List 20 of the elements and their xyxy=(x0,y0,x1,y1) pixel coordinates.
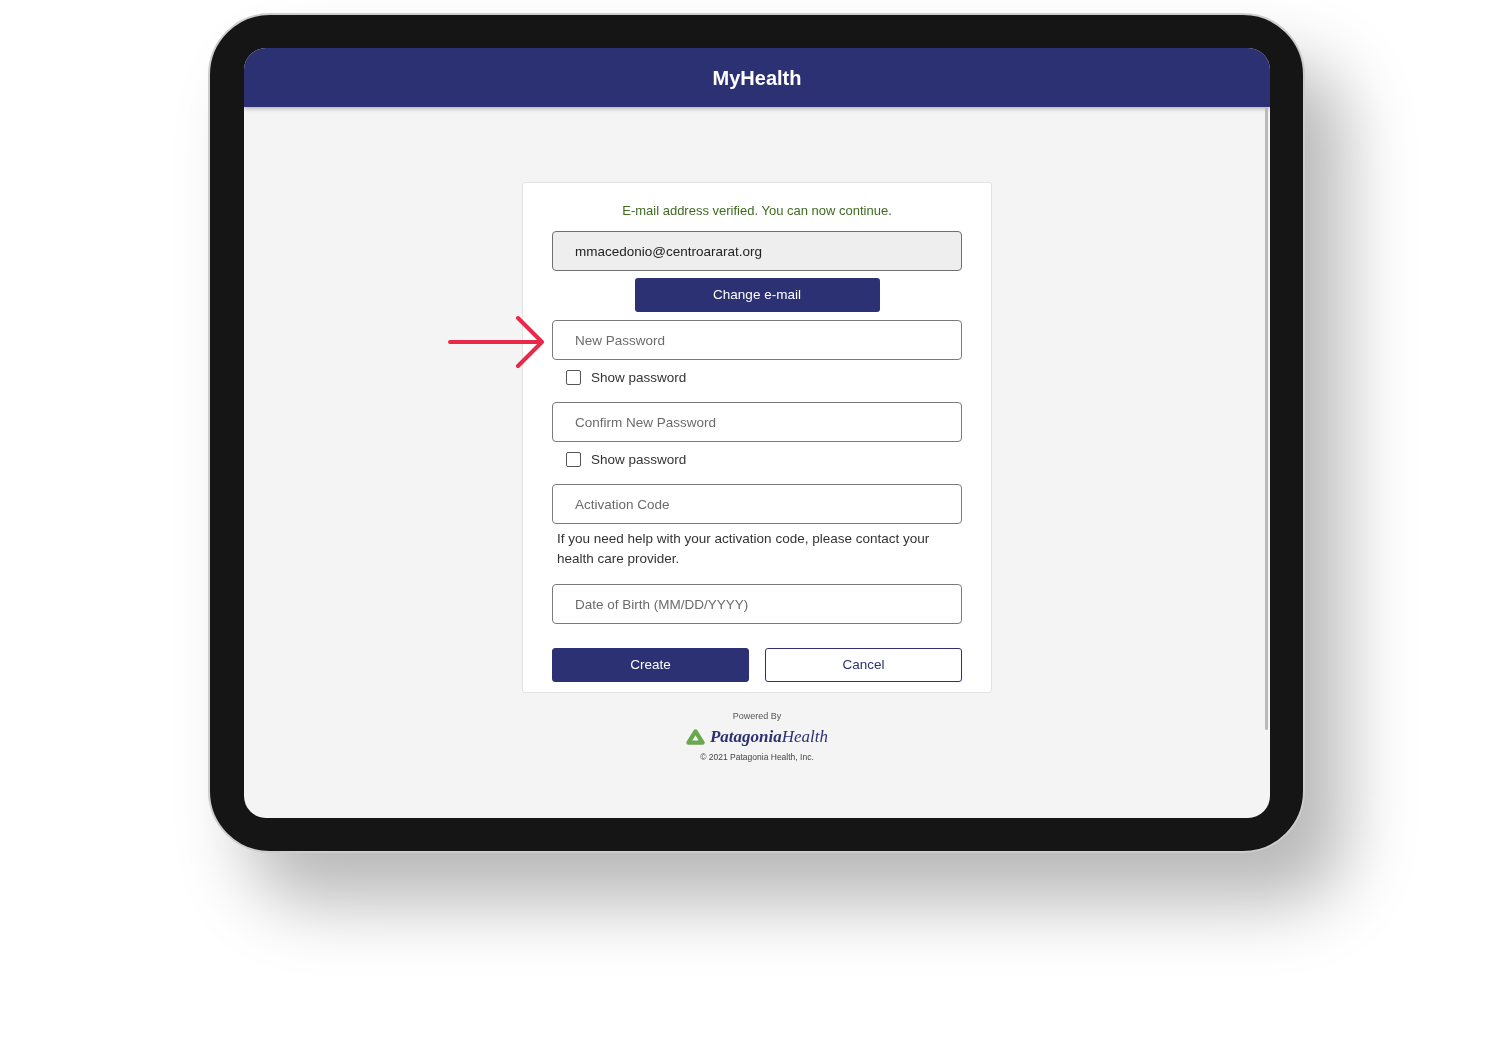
input-field[interactable]: Confirm New Password xyxy=(552,402,962,442)
powered-by-text: Powered By xyxy=(732,710,782,722)
help-text: If you need help with your activation code, please contact your health care provider. xyxy=(556,530,931,568)
checkbox[interactable] xyxy=(566,452,581,467)
input-field[interactable]: Date of Birth (MM/DD/YYYY) xyxy=(552,584,962,624)
status-message: E-mail address verified. You can now continue. xyxy=(621,202,893,220)
brand-name: PatagoniaHealth xyxy=(709,727,829,747)
checkbox[interactable] xyxy=(566,370,581,385)
scroll-bar[interactable] xyxy=(1265,107,1268,730)
right-arrow-icon xyxy=(448,315,546,369)
triangle-logo-icon xyxy=(685,729,705,745)
create-button[interactable]: Create xyxy=(552,648,749,682)
cancel-button[interactable]: Cancel xyxy=(765,648,962,682)
checkbox-label[interactable]: Show password xyxy=(591,450,687,469)
change-email-button[interactable]: Change e-mail xyxy=(634,278,880,312)
input-field[interactable]: New Password xyxy=(552,320,962,360)
checkbox-label[interactable]: Show password xyxy=(591,368,687,387)
app-title: MyHealth xyxy=(712,65,802,91)
copyright-text: © 2021 Patagonia Health, Inc. xyxy=(700,751,814,763)
input-field[interactable]: Activation Code xyxy=(552,484,962,524)
